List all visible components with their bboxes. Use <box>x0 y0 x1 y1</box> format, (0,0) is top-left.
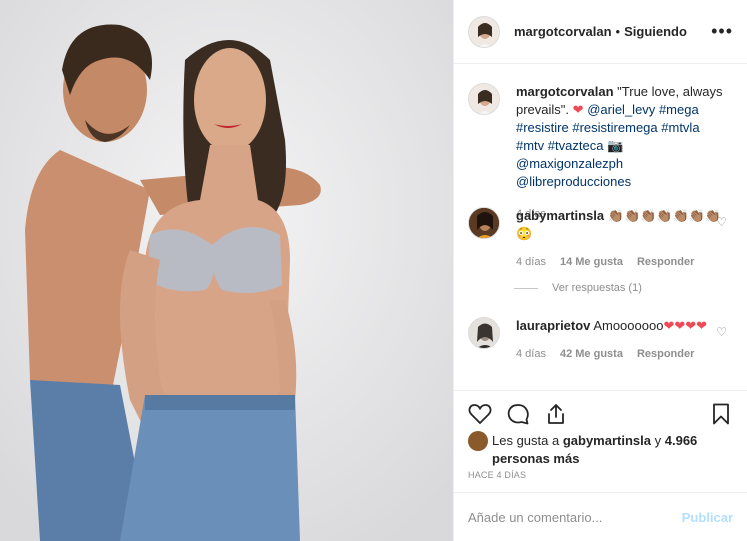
hashtag-mega[interactable]: #mega <box>659 102 699 117</box>
like-heart-icon[interactable] <box>468 402 492 426</box>
post-photo[interactable] <box>0 0 453 541</box>
post-header: margotcorvalan • Siguiendo ••• <box>454 0 747 64</box>
likes-prefix: Les gusta a <box>492 433 560 448</box>
comment-text: Amooooooo <box>593 318 664 333</box>
caption-body: margotcorvalan "True love, always prevai… <box>516 83 730 223</box>
caption-username[interactable]: margotcorvalan <box>516 84 614 99</box>
post-side-panel: margotcorvalan • Siguiendo ••• margotcor… <box>454 0 747 541</box>
header-separator: • <box>615 24 621 39</box>
comment-username[interactable]: lauraprietov <box>516 318 590 333</box>
comment-input[interactable] <box>468 509 668 525</box>
reply-button[interactable]: Responder <box>637 253 694 271</box>
camera-emoji: 📷 <box>607 138 624 153</box>
follow-status-button[interactable]: Siguiendo <box>624 24 687 39</box>
hashtag-mtvla[interactable]: #mtvla <box>661 120 699 135</box>
liker-username[interactable]: gabymartinsla <box>563 433 651 448</box>
liker-avatar[interactable] <box>468 431 488 451</box>
likes-text: Les gusta a gabymartinsla y 4.966 person… <box>492 432 738 468</box>
comment-like-heart-icon[interactable]: ♡ <box>716 325 727 339</box>
caption-author-avatar[interactable] <box>468 83 500 115</box>
comment-username[interactable]: gabymartinsla <box>516 208 604 223</box>
share-upload-icon[interactable] <box>544 402 568 426</box>
bookmark-save-icon[interactable] <box>709 402 733 426</box>
add-comment-bar: Publicar <box>454 492 747 541</box>
view-replies-button[interactable]: Ver respuestas (1) <box>514 282 642 294</box>
hashtag-resistire[interactable]: #resistire <box>516 120 569 135</box>
hashtag-mtv[interactable]: #mtv <box>516 138 544 153</box>
comment-meta: 4 días 42 Me gusta Responder <box>516 345 730 363</box>
caption-mention-ariel[interactable]: @ariel_levy <box>587 102 655 117</box>
comment-body: lauraprietov Amooooooo❤❤❤❤ 4 días 42 Me … <box>516 317 730 363</box>
comment-row: lauraprietov Amooooooo❤❤❤❤ 4 días 42 Me … <box>454 317 747 363</box>
view-replies-label: Ver respuestas (1) <box>552 282 642 294</box>
likes-summary: Les gusta a gabymartinsla y 4.966 person… <box>468 431 738 468</box>
comments-list[interactable]: margotcorvalan "True love, always prevai… <box>454 65 747 390</box>
replies-line <box>514 287 538 289</box>
hashtag-resistiremega[interactable]: #resistiremega <box>572 120 657 135</box>
heart-emoji: ❤ <box>572 102 584 117</box>
post-actions-bar <box>454 390 747 436</box>
reply-button[interactable]: Responder <box>637 345 694 363</box>
more-options-icon[interactable]: ••• <box>711 21 733 42</box>
comment-bubble-icon[interactable] <box>506 402 530 426</box>
comment-time[interactable]: 4 días <box>516 253 546 271</box>
caption-mention-libreproducciones[interactable]: @libreproducciones <box>516 174 631 189</box>
commenter-avatar[interactable] <box>468 317 500 349</box>
caption-row: margotcorvalan "True love, always prevai… <box>454 83 747 223</box>
comment-likes[interactable]: 14 Me gusta <box>560 253 623 271</box>
likes-middle: y <box>654 433 662 448</box>
author-username[interactable]: margotcorvalan <box>514 24 612 39</box>
commenter-avatar[interactable] <box>468 207 500 239</box>
couple-photo-illustration <box>0 0 453 541</box>
comment-like-heart-icon[interactable]: ♡ <box>716 215 727 229</box>
hearts-emoji: ❤❤❤❤ <box>663 318 708 333</box>
comment-likes[interactable]: 42 Me gusta <box>560 345 623 363</box>
post-comment-button[interactable]: Publicar <box>682 510 733 525</box>
comment-row: gabymartinsla 👏🏽👏🏽👏🏽👏🏽👏🏽👏🏽👏🏽😳 4 días 14 … <box>454 207 747 271</box>
comment-meta: 4 días 14 Me gusta Responder <box>516 253 730 271</box>
caption-mention-maxigonzalezph[interactable]: @maxigonzalezph <box>516 156 623 171</box>
post-timestamp[interactable]: HACE 4 DÍAS <box>468 470 526 480</box>
author-avatar[interactable] <box>468 15 500 48</box>
hashtag-tvazteca[interactable]: #tvazteca <box>548 138 604 153</box>
comment-time[interactable]: 4 días <box>516 345 546 363</box>
comment-body: gabymartinsla 👏🏽👏🏽👏🏽👏🏽👏🏽👏🏽👏🏽😳 4 días 14 … <box>516 207 730 271</box>
